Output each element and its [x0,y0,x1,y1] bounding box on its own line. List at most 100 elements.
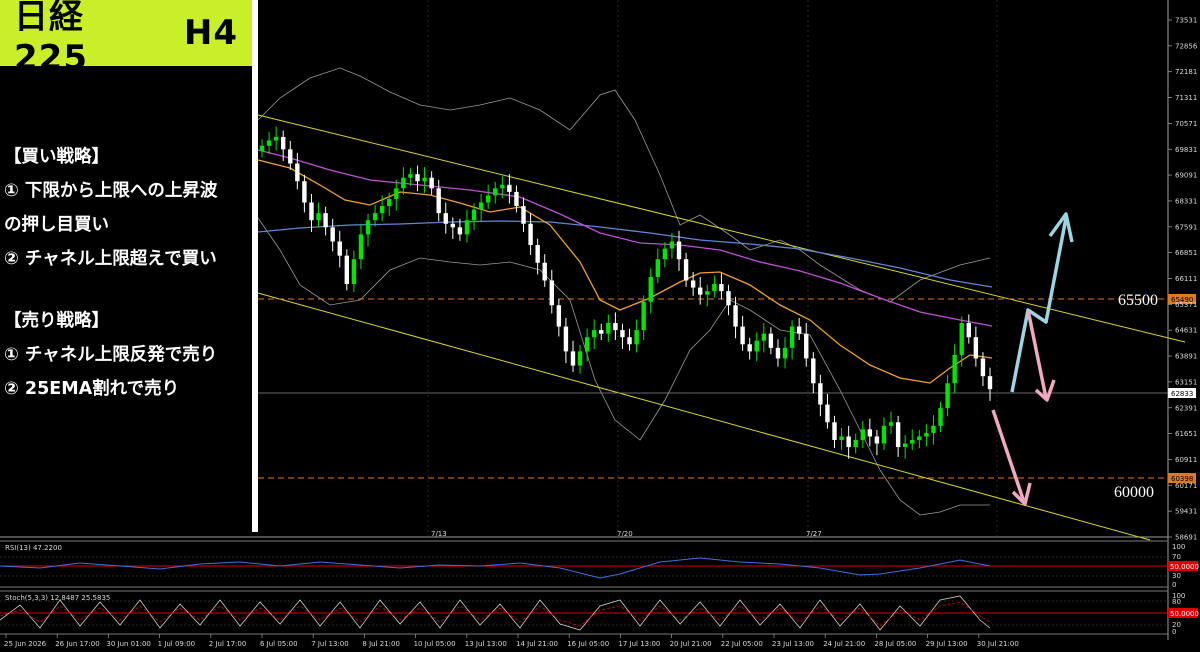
price-tick-label: 73531 [1175,17,1197,25]
candle-body [436,188,441,214]
buy-item-2: ② チャネル上限超えで買い [4,249,217,269]
candle-body [443,213,448,224]
time-label: 28 Jul 05:00 [874,640,916,648]
candle-body [662,248,668,260]
candle-body [273,136,279,141]
candle-body [888,422,894,426]
candle-body [641,301,646,331]
chart-screen: 65500 60000 65490 62833 60398 RSI(13) 47… [0,0,1200,652]
bollinger-lower [257,217,990,516]
candle-body [309,202,314,221]
price-tick-label: 66851 [1175,249,1197,257]
candle-body [818,383,823,405]
time-label: 29 Jul 13:00 [926,640,968,648]
candle-body [365,220,371,235]
price-tick-label: 63151 [1175,378,1197,386]
stoch-tick-80: 80 [1172,598,1181,606]
sell-heading: 【売り戦略】 [4,311,109,331]
candle-body [521,206,526,224]
time-label: 7 Jul 13:00 [311,640,349,648]
candle-body [931,425,936,433]
price-tick-label: 71311 [1175,94,1197,102]
rsi-label: RSI(13) 47.2200 [5,544,62,552]
rsi-tick-70: 70 [1172,553,1181,561]
candle-body [832,422,837,440]
candle-body [330,227,335,242]
time-label: 6 Jul 05:00 [260,640,298,648]
time-label: 2 Jul 17:00 [209,640,247,648]
candle-body [372,213,378,221]
down-arrow-long [991,409,1026,503]
candle-body [500,184,505,189]
candle-body [429,177,434,189]
candle-body [259,145,265,152]
time-label: 14 Jul 21:00 [516,640,558,648]
candle-body [266,140,272,146]
candle-body [860,429,865,440]
date-tick-label: 7/20 [617,530,633,538]
sell-item-2: ② 25EMA割れで売り [4,379,180,399]
candle-body [591,330,597,338]
candle-body [281,136,286,150]
price-tick-label: 60171 [1175,482,1197,490]
candle-body [648,276,653,302]
stoch-pane: Stoch(5,3,3) 12.8487 25.5835 100 80 50.0… [0,590,1199,636]
candle-body [853,439,858,448]
candle-body [613,323,618,331]
time-label: 17 Jul 13:00 [618,640,660,648]
candle-body [295,163,300,182]
price-tick-label: 60911 [1175,456,1197,464]
candle-body [789,326,795,348]
price-axis: 73531 72856 72181 71311 70571 69831 69091 68331… [1168,17,1198,542]
candle-body [514,191,519,207]
candle-body [599,330,604,334]
candle-body [542,262,547,281]
candle-body [945,383,950,409]
time-label: 25 Jun 2026 [4,640,47,648]
price-tick-label: 69831 [1175,146,1197,154]
buy-heading: 【買い戦略】 [4,147,109,167]
candle-body [669,241,675,249]
time-label: 10 Jul 05:00 [414,640,456,648]
candle-body [966,323,971,338]
candle-body [698,287,703,295]
price-tick-label: 68331 [1175,197,1197,205]
candle-body [655,259,661,277]
candle-body [690,280,696,288]
price-tick-label: 62391 [1175,404,1197,412]
time-label: 13 Jul 13:00 [465,640,507,648]
price-tick-label: 65371 [1175,301,1197,309]
time-label: 8 Jul 21:00 [362,640,400,648]
time-label: 24 Jul 21:00 [823,640,865,648]
price-tick-label: 66111 [1175,275,1197,283]
channel-upper-line [257,114,1186,343]
candle-body [740,326,745,345]
candle-body [917,436,922,440]
candle-body [634,330,639,345]
candle-body [846,436,851,448]
candle-body [761,333,767,341]
candle-body [782,347,788,359]
stoch-tick-50: 50.0000 [1170,610,1199,618]
price-tick-label: 63891 [1175,353,1197,361]
candle-body [839,436,844,440]
candle-body [959,323,964,355]
candle-body [825,404,830,423]
price-tick-label: 72856 [1175,42,1198,50]
candle-body [980,358,986,377]
candle-body [379,206,385,214]
candle-body [478,202,484,210]
candle-body [464,220,470,235]
candle-body [457,227,463,235]
candle-body [471,209,477,221]
date-tick-label: 7/13 [431,530,447,538]
price-tick-label: 64631 [1175,327,1197,335]
price-tick-label: 70571 [1175,120,1197,128]
candle-body [344,255,350,285]
candle-body [705,291,710,295]
candle-body [323,213,328,228]
candle-body [422,177,427,182]
candle-body [288,149,293,164]
candlestick-series [259,126,993,459]
candle-body [570,351,576,366]
